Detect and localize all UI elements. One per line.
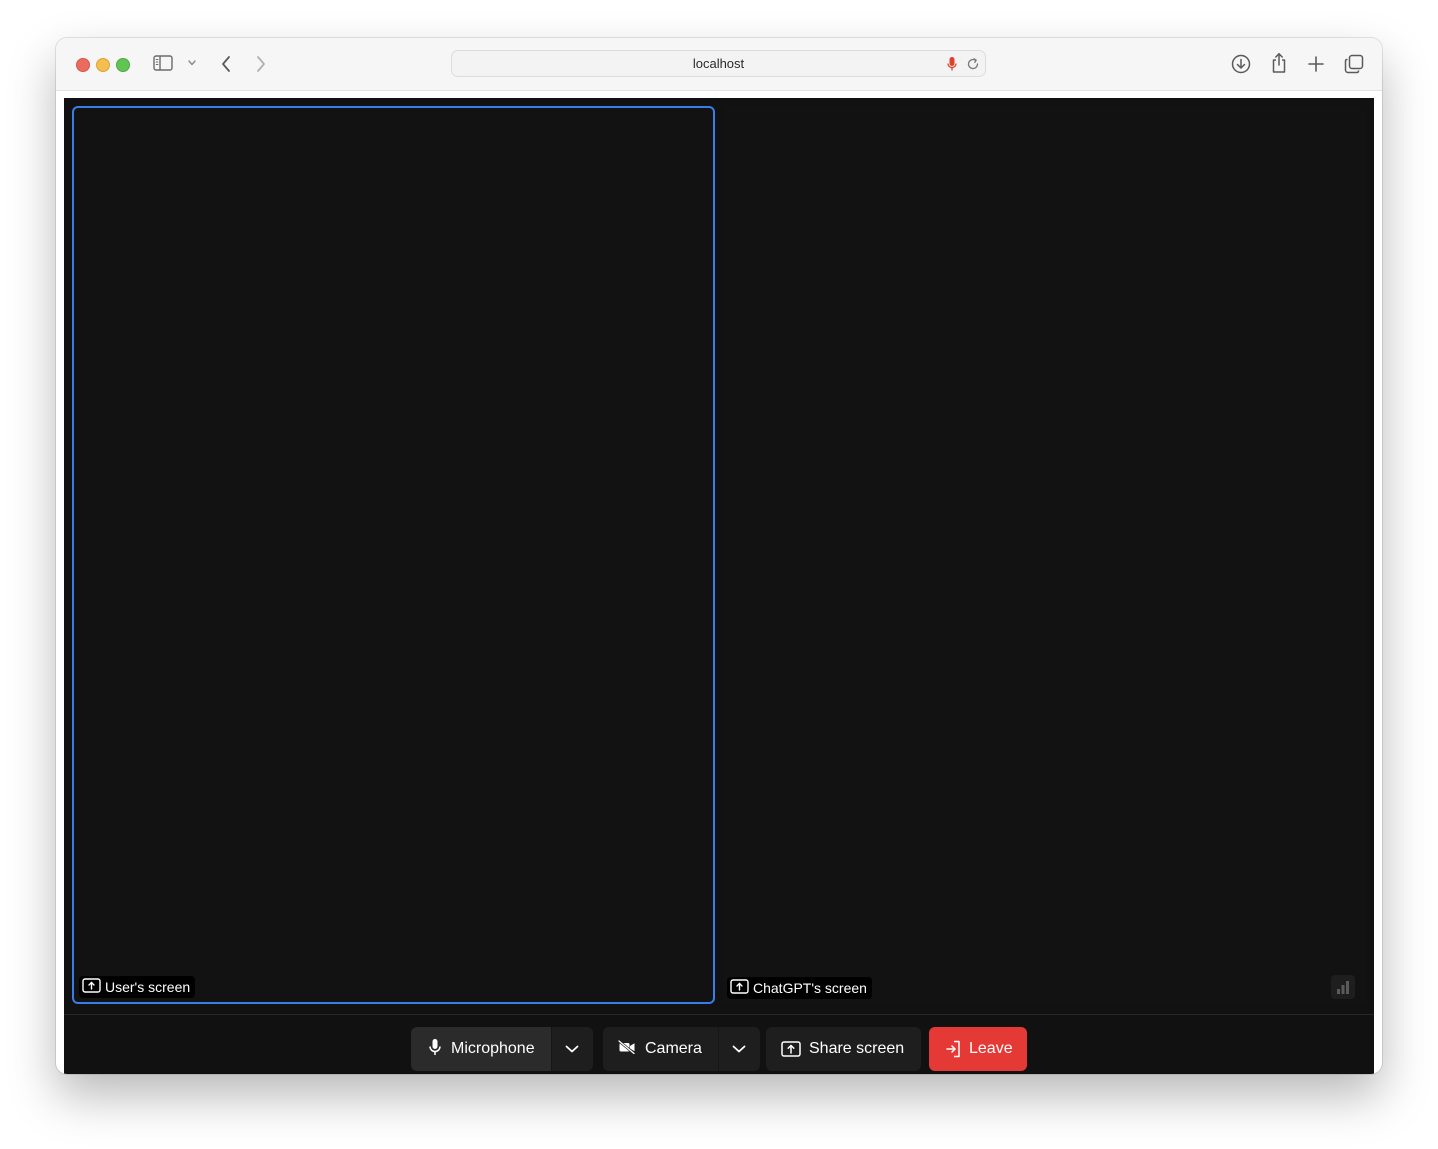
share-screen-button[interactable]: Share screen [766,1027,921,1071]
close-window-button[interactable] [76,58,90,72]
call-control-bar: Microphone Camera Share screen Leave [64,1014,1374,1074]
share-screen-label: Share screen [809,1040,905,1057]
back-arrow-icon[interactable] [220,55,232,73]
camera-menu-button[interactable] [717,1027,760,1071]
microphone-control: Microphone [411,1027,593,1071]
chevron-down-icon [565,1040,579,1058]
chatgpt-screen-label-text: ChatGPT's screen [753,980,867,996]
microphone-icon [428,1038,442,1061]
new-tab-icon[interactable] [1307,55,1325,73]
forward-arrow-icon[interactable] [255,55,267,73]
share-icon[interactable] [1270,52,1288,74]
chevron-down-icon[interactable] [187,60,197,66]
camera-label: Camera [645,1040,702,1057]
microphone-menu-button[interactable] [550,1027,593,1071]
screen-share-icon [82,978,101,996]
user-screen-label: User's screen [79,976,196,998]
address-bar[interactable]: localhost [451,50,986,77]
sidebar-icon[interactable] [153,55,173,71]
camera-button[interactable]: Camera [603,1027,718,1071]
screen-share-icon [730,979,749,997]
zoom-window-button[interactable] [116,58,130,72]
camera-control: Camera [603,1027,760,1071]
tab-overview-icon[interactable] [1344,54,1364,74]
chatgpt-screen-label: ChatGPT's screen [727,977,872,999]
camera-off-icon [618,1039,636,1059]
microphone-button[interactable]: Microphone [411,1027,551,1071]
microphone-active-icon[interactable] [947,56,957,72]
leave-button[interactable]: Leave [929,1027,1027,1071]
minimize-window-button[interactable] [96,58,110,72]
connection-quality-icon [1331,975,1355,999]
download-icon[interactable] [1231,54,1251,74]
browser-toolbar: localhost [56,38,1382,91]
chatgpt-screen-tile[interactable]: ChatGPT's screen [723,106,1366,1004]
microphone-label: Microphone [451,1040,535,1057]
chevron-down-icon [732,1040,746,1058]
reload-icon[interactable] [966,57,980,71]
leave-label: Leave [969,1040,1013,1057]
user-screen-label-text: User's screen [105,979,191,995]
video-call-area: User's screen ChatGPT's screen Microphon… [64,98,1374,1074]
browser-window: localhost User's screen ChatGPT's screen… [56,38,1382,1074]
leave-icon [945,1040,961,1058]
user-screen-tile[interactable]: User's screen [72,106,715,1004]
screen-share-icon [781,1041,801,1057]
url-text: localhost [692,56,745,71]
